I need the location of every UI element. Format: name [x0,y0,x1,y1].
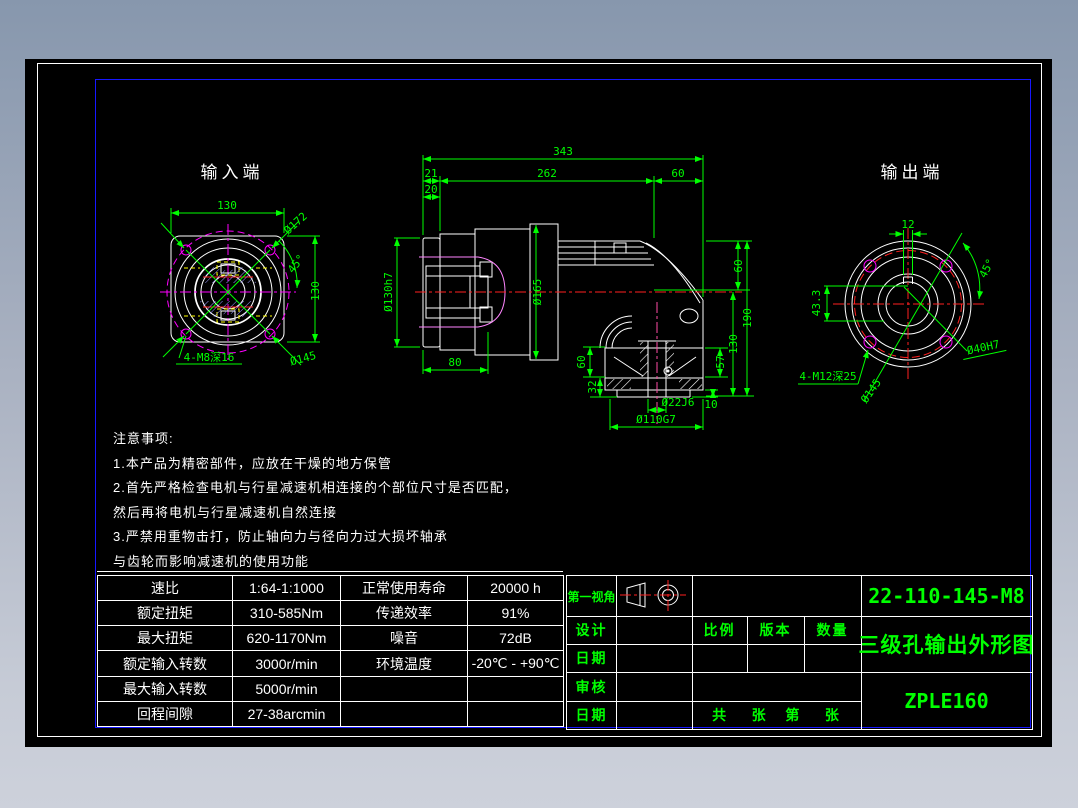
input-end-view: 输入端 130 Ø172 45° 130 4-M8深16 Ø145 [160,163,322,368]
spec-label: 最大扭矩 [97,625,233,652]
table-row: 速比 1:64-1:1000 正常使用寿命 20000 h [97,574,564,602]
dim-32: 32 [586,380,599,393]
spec-value: 310-585Nm [232,600,341,627]
notes-block: 注意事项: 1.本产品为精密部件，应放在干燥的地方保管 2.首先严格检查电机与行… [113,427,518,574]
spec-value: 91% [467,600,564,627]
dim-input-thread-holes: 4-M8深16 [184,351,235,364]
spec-label: 噪音 [340,625,468,652]
dim-output-angle: 45° [977,257,998,281]
spec-value: -20℃ - +90℃ [467,650,564,677]
check-label: 审核 [575,678,608,695]
dim-input-height: 130 [309,281,322,301]
spec-value: 72dB [467,625,564,652]
note-line: 1.本产品为精密部件，应放在干燥的地方保管 [113,455,392,471]
output-end-view: 输出端 12 43.3 45° Ø40H7 4-M12深25 Ø145 [798,163,1007,406]
output-view-title: 输出端 [881,163,944,182]
dim-input-angle: 45° [285,252,307,276]
title-block: 第一视角 设计 日期 审核 日期 比例 版本 数量 共 张 第 张 22-110… [566,575,1035,730]
date-label-1: 日期 [575,650,608,666]
dim-60-flange: 60 [575,355,588,368]
dim-190: 190 [741,308,754,328]
dim-flange-dia: Ø165 [531,279,544,306]
quantity-label: 数量 [816,622,849,638]
spec-label: 速比 [97,574,233,602]
spec-label: 回程间隙 [97,700,233,728]
dim-130: 130 [727,334,740,354]
spec-value: 620-1170Nm [232,625,341,652]
dim-input-bolt-circle: Ø172 [281,210,309,237]
spec-label: 正常使用寿命 [340,574,468,602]
dim-output-bolt-dia: Ø145 [858,376,884,405]
version-label: 版本 [759,622,792,638]
spec-table: 速比 1:64-1:1000 正常使用寿命 20000 h 额定扭矩 310-5… [97,574,564,728]
dim-total-length: 343 [553,145,573,158]
table-top-rule [97,571,563,572]
note-line: 2.首先严格检查电机与行星减速机相连接的个部位尺寸是否匹配， [113,480,518,495]
dim-pilot-dia: Ø130h7 [382,272,395,312]
scale-label: 比例 [703,622,736,638]
dim-output-bore: Ø40H7 [966,338,1001,358]
spec-label [340,700,468,728]
dim-input-width: 130 [217,199,237,212]
first-angle-label: 第一视角 [567,589,616,604]
spec-value: 5000r/min [232,675,341,702]
spec-label: 最大输入转数 [97,675,233,702]
spec-label: 额定输入转数 [97,650,233,677]
table-row: 最大扭矩 620-1170Nm 噪音 72dB [97,625,564,652]
dim-output-thread-holes: 4-M12深25 [799,370,856,383]
spec-value [467,700,564,728]
model-number: ZPLE160 [904,688,989,713]
spec-value: 27-38arcmin [232,700,341,728]
dim-262: 262 [537,167,557,180]
dim-21: 21 [424,167,437,180]
spec-label: 传递效率 [340,600,468,627]
note-line: 3.严禁用重物击打，防止轴向力与径向力过大损坏轴承 [113,529,448,544]
dim-spigot: Ø110G7 [636,413,676,426]
sheets-label: 共 张 第 张 [712,707,841,723]
dim-60-top: 60 [671,167,684,180]
spec-value: 20000 h [467,574,564,602]
input-view-title: 输入端 [201,163,264,182]
spec-label: 额定扭矩 [97,600,233,627]
section-view: 343 21 262 60 20 Ø130h7 Ø165 80 60 130 1… [382,145,754,430]
table-row: 回程间隙 27-38arcmin [97,700,564,728]
dim-10: 10 [704,398,717,411]
spec-label [340,675,468,702]
dim-bore: Ø22J6 [661,396,694,409]
dim-80: 80 [448,356,461,369]
spec-value: 3000r/min [232,650,341,677]
dim-keyway-width: 12 [901,218,914,231]
spec-value [467,675,564,702]
date-label-2: 日期 [575,707,608,723]
table-row: 最大输入转数 5000r/min [97,675,564,702]
dim-keyway-depth: 43.3 [810,290,823,317]
dim-57: 57 [714,355,727,368]
table-row: 额定扭矩 310-585Nm 传递效率 91% [97,600,564,627]
spec-label: 环境温度 [340,650,468,677]
notes-title: 注意事项: [113,431,174,446]
dim-60-axis: 60 [732,259,745,272]
drawing-title: 三级孔输出外形图 [858,634,1035,657]
table-row: 额定输入转数 3000r/min 环境温度 -20℃ - +90℃ [97,650,564,677]
dim-input-flange-dia: Ø145 [289,349,318,368]
note-line: 然后再将电机与行星减速机自然连接 [113,504,338,520]
dim-20: 20 [424,183,437,196]
cad-app-window: { "window": { "canvas_color": "#000000",… [0,0,1078,808]
spec-value: 1:64-1:1000 [232,574,341,602]
part-number: 22-110-145-M8 [868,584,1025,608]
design-label: 设计 [575,622,608,638]
